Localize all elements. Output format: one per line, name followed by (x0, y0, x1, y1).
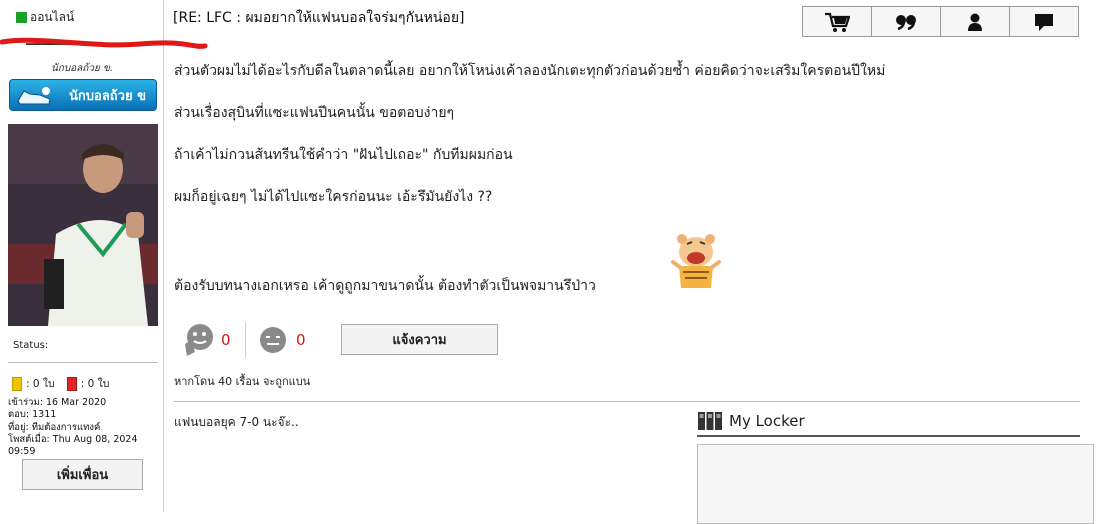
message-button[interactable] (1009, 6, 1079, 37)
joined-date: เข้าร่วม: 16 Mar 2020 (8, 397, 107, 408)
like-face-icon[interactable] (183, 322, 213, 358)
like-count: 0 (221, 331, 231, 349)
post-text-line: ถ้าเค้าไม่กวนส้นทรีนใช้คำว่า "ฝันไปเถอะ"… (174, 147, 513, 163)
status-label: Status: (13, 340, 49, 351)
post-area: [RE: LFC : ผมอยากให้แฟนบอลใจร่มๆกันหน่อย… (165, 0, 1099, 524)
online-label: ออนไลน์ (30, 10, 75, 24)
quote-icon (896, 14, 916, 30)
cart-button[interactable] (802, 6, 872, 37)
user-meta: เข้าร่วม: 16 Mar 2020 ตอบ: 1311 ที่อยู่:… (8, 397, 163, 458)
avatar[interactable] (8, 124, 158, 326)
yellow-card-count: : 0 ใบ (26, 378, 55, 390)
rank-badge: นักบอลถ้วย ข (9, 79, 157, 111)
post-toolbar (802, 6, 1079, 37)
quote-button[interactable] (871, 6, 941, 37)
last-post-time: โพสต์เมื่อ: Thu Aug 08, 2024 09:59 (8, 433, 138, 458)
tiger-emoticon-icon (671, 234, 721, 288)
locker-content-box (697, 444, 1094, 524)
reaction-bar: 0 0 (183, 322, 320, 358)
user-signature: แฟนบอลยุค 7-0 นะจ๊ะ.. (174, 415, 299, 429)
reply-count: ตอบ: 1311 (8, 409, 57, 421)
locker-icon (698, 412, 722, 430)
post-text-line: ส่วนตัวผมไม่ได้อะไรกับดีลในตลาดนี้เลย อย… (174, 63, 886, 79)
post-text-line: ต้องรับบทนางเอกเหรอ เค้าดูถูกมาขนาดนั้น … (174, 278, 596, 294)
user-location: ที่อยู่: ทีมต้องการแทงค์ (8, 421, 101, 433)
dislike-count: 0 (296, 331, 306, 349)
post-text-line: ส่วนเรื่องสุบินที่แซะแฟนปีนคนนั้น ขอตอบง… (174, 105, 455, 121)
locker-title: My Locker (729, 412, 805, 430)
rank-badge-label: นักบอลถ้วย ข (69, 88, 146, 104)
yellow-card-icon (12, 376, 22, 391)
divider (174, 401, 1080, 402)
profile-button[interactable] (940, 6, 1010, 37)
red-card-count: : 0 ใบ (80, 378, 110, 390)
ban-notice: หากโดน 40 เรื้อน จะถูกแบน (174, 375, 311, 388)
card-counts: : 0 ใบ : 0 ใบ (12, 375, 109, 392)
post-title: [RE: LFC : ผมอยากให้แฟนบอลใจร่มๆกันหน่อย… (173, 10, 465, 26)
post-text-line: ผมก็อยู่เฉยๆ ไม่ได้ไปแซะใครก่อนนะ เอ้ะรึ… (174, 189, 493, 205)
add-friend-button[interactable]: เพิ่มเพื่อน (22, 459, 143, 490)
red-card-icon (66, 376, 77, 391)
reaction-divider (245, 322, 246, 358)
user-icon (968, 13, 982, 31)
dislike-face-icon[interactable] (258, 325, 288, 355)
cart-icon (825, 12, 850, 32)
football-boot-icon (17, 87, 51, 105)
user-sidebar: ออนไลน์ ━━━━━━━━━━━━━━ นักบอลถ้วย ข. นัก… (0, 0, 208, 512)
rank-caption: นักบอลถ้วย ข. (50, 63, 114, 74)
my-locker-header: My Locker (697, 411, 1080, 437)
divider (8, 362, 158, 363)
report-button[interactable]: แจ้งความ (341, 324, 498, 355)
online-indicator-icon (16, 12, 27, 23)
message-icon (1035, 13, 1053, 31)
online-status: ออนไลน์ (16, 8, 74, 27)
